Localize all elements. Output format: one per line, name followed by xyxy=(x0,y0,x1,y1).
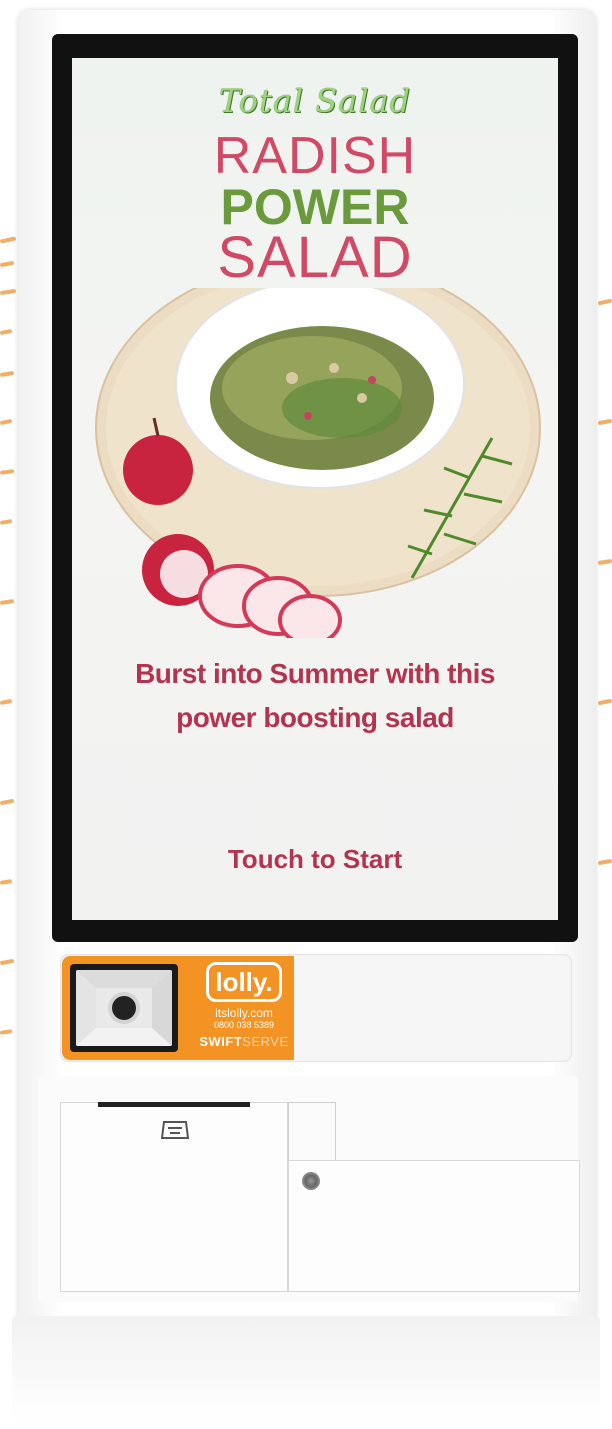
product-name-light: SERVE xyxy=(242,1034,289,1049)
promo-tagline: Burst into Summer with this power boosti… xyxy=(92,652,538,740)
receipt-slot xyxy=(98,1102,250,1107)
product-name: SWIFTSERVE xyxy=(198,1034,290,1049)
lock-icon xyxy=(302,1172,320,1190)
brand-phone: 0800 038 5389 xyxy=(213,1020,275,1030)
brand-website: itslolly.com xyxy=(215,1006,273,1020)
product-name-bold: SWIFT xyxy=(199,1034,243,1049)
brand-script-title: Total Salad xyxy=(218,82,412,120)
receipt-printer-icon xyxy=(158,1118,192,1142)
title-line-salad: SALAD xyxy=(217,225,413,290)
barcode-scanner-icon xyxy=(70,964,178,1052)
lolly-logo: lolly. xyxy=(206,962,282,1002)
cabinet-door xyxy=(288,1160,580,1292)
kiosk-screen[interactable]: Total Salad RADISH POWER SALAD Burst int… xyxy=(72,58,558,920)
radish-whole xyxy=(123,435,193,505)
lolly-brand: lolly. itslolly.com 0800 038 5389 SWIFTS… xyxy=(198,962,290,1049)
kiosk-base xyxy=(12,1316,600,1426)
tagline-line-1: Burst into Summer with this xyxy=(135,658,495,689)
touch-to-start-button[interactable]: Touch to Start xyxy=(72,844,558,875)
tagline-line-2: power boosting salad xyxy=(176,702,454,733)
access-hatch xyxy=(288,1102,336,1162)
salad-photo xyxy=(95,288,541,638)
title-line-radish: RADISH xyxy=(213,127,417,185)
radish-slice xyxy=(278,594,342,638)
